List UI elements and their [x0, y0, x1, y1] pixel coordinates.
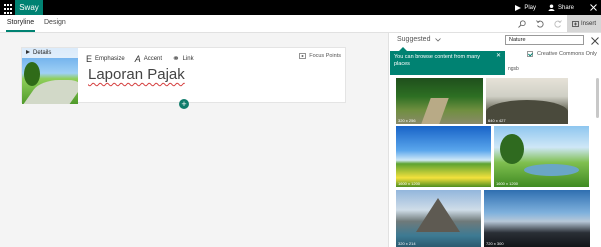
link-button[interactable]: ⚭ Link — [172, 53, 194, 64]
source-label: Suggested — [397, 36, 431, 43]
insert-icon — [572, 20, 579, 27]
play-button[interactable]: Play — [515, 4, 536, 11]
photo-dimensions: 320 x 256 — [398, 118, 416, 123]
emphasize-icon: E — [86, 53, 93, 64]
close-window-button[interactable] — [586, 0, 601, 15]
search-icon — [518, 19, 526, 28]
card-title-input[interactable]: Laporan Pajak — [88, 66, 185, 83]
partial-label: ngsb — [508, 66, 519, 72]
creative-commons-label: Creative Commons Only — [537, 51, 597, 57]
search-button[interactable] — [513, 15, 531, 32]
link-label: Link — [182, 55, 194, 62]
add-card-button[interactable]: + — [179, 99, 189, 109]
share-icon — [548, 4, 555, 11]
tab-design[interactable]: Design — [44, 15, 66, 32]
close-icon — [590, 4, 597, 11]
undo-button[interactable] — [531, 15, 549, 32]
photo-result[interactable]: 1600 x 1200 — [494, 126, 589, 187]
share-button[interactable]: Share — [548, 4, 574, 11]
app-launcher-icon[interactable] — [0, 0, 15, 15]
title-card[interactable]: Details E Emphasize A Accent ⚭ Link Focus P… — [21, 47, 346, 104]
accent-icon: A — [134, 53, 141, 64]
source-dropdown[interactable]: Suggested — [397, 36, 442, 43]
accent-button[interactable]: A Accent — [135, 54, 162, 64]
panel-scrollbar[interactable] — [596, 78, 599, 118]
close-panel-button[interactable] — [589, 35, 600, 46]
photo-dimensions: 640 x 427 — [488, 118, 506, 123]
tooltip-text: You can browse content from many places — [394, 54, 481, 67]
focus-points-label: Focus Points — [309, 53, 341, 59]
accent-label: Accent — [143, 55, 163, 62]
app-name[interactable]: Sway — [15, 0, 43, 15]
photo-result[interactable]: 640 x 427 — [486, 78, 568, 124]
photo-result[interactable]: 1600 x 1200 — [396, 126, 491, 187]
link-icon: ⚭ — [172, 53, 180, 63]
photo-result[interactable]: 720 x 300 — [484, 190, 590, 247]
emphasize-label: Emphasize — [95, 55, 125, 62]
play-icon — [515, 4, 522, 11]
close-tooltip-button[interactable]: ✕ — [496, 53, 501, 60]
photo-dimensions: 1600 x 1200 — [398, 181, 421, 186]
creative-commons-checkbox[interactable]: Creative Commons Only — [527, 51, 597, 57]
tab-bar: Storyline Design Insert — [0, 15, 601, 33]
photo-dimensions: 720 x 300 — [486, 241, 504, 246]
redo-icon — [554, 19, 562, 27]
title-bar: Sway Play Share — [0, 0, 601, 15]
focus-points-button[interactable]: Focus Points — [299, 53, 341, 59]
details-label: Details — [33, 50, 52, 56]
format-toolbar: E Emphasize A Accent ⚭ Link — [86, 53, 204, 64]
focus-points-icon — [299, 53, 307, 59]
photo-dimensions: 320 x 214 — [398, 241, 416, 246]
undo-icon — [536, 19, 544, 27]
play-label: Play — [524, 4, 536, 11]
photo-result[interactable]: 320 x 214 — [396, 190, 481, 247]
redo-button[interactable] — [549, 15, 567, 32]
tab-storyline[interactable]: Storyline — [6, 15, 35, 32]
insert-button[interactable]: Insert — [566, 15, 601, 32]
tooltip: You can browse content from many places … — [390, 47, 505, 75]
details-button[interactable]: Details — [22, 48, 78, 58]
emphasize-button[interactable]: E Emphasize — [86, 54, 125, 64]
chevron-down-icon — [435, 37, 442, 42]
close-icon — [590, 36, 599, 45]
share-label: Share — [557, 4, 574, 11]
search-input[interactable]: Nature — [505, 35, 584, 45]
insert-label: Insert — [580, 20, 596, 27]
card-background-image[interactable]: Details — [22, 48, 78, 104]
photo-dimensions: 1600 x 1200 — [496, 181, 519, 186]
checkbox-icon — [527, 51, 533, 57]
expand-icon — [26, 50, 30, 54]
plus-icon: + — [181, 99, 187, 109]
photo-result[interactable]: 320 x 256 — [396, 78, 483, 124]
